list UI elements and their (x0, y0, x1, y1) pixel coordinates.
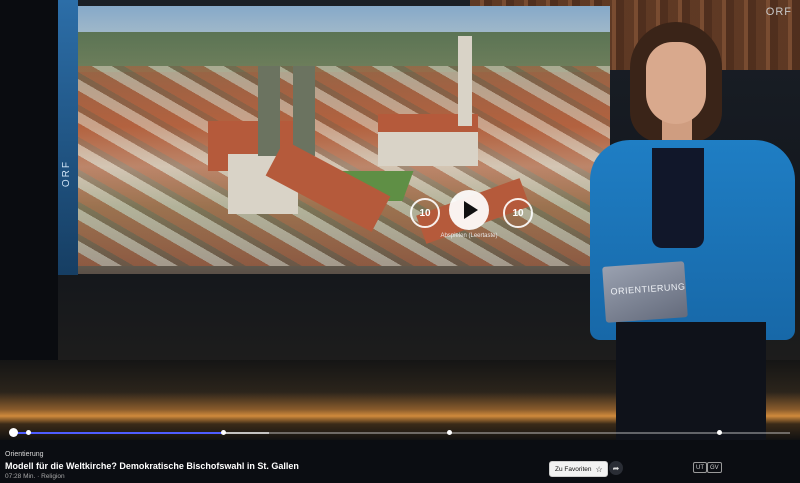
sign-language-badge[interactable]: GV (707, 462, 722, 473)
studio-logo: ORF (61, 160, 72, 188)
channel-logo: ORF (765, 6, 792, 18)
chapter-marker[interactable] (447, 430, 452, 435)
skip-back-10-label: 10 (419, 207, 431, 219)
star-icon: ☆ (595, 464, 603, 474)
share-icon: ➦ (612, 463, 620, 473)
play-icon (464, 201, 478, 219)
chapter-marker[interactable] (221, 430, 226, 435)
add-to-favorites-button[interactable]: Zu Favoriten ☆ (549, 461, 608, 477)
studio-side-panel (58, 0, 78, 275)
chapter-marker[interactable] (717, 430, 722, 435)
play-hint-text: Abspielen (Leertaste) (440, 233, 498, 239)
video-meta: 07:28 Min. · Religion (5, 473, 65, 480)
progress-played (12, 432, 223, 434)
chapter-marker[interactable] (26, 430, 31, 435)
presenter: ORIENTIERUNG (590, 22, 795, 440)
studio-screen-aerial-image (78, 6, 610, 274)
favorite-label: Zu Favoriten (555, 465, 592, 473)
subtitles-badge[interactable]: UT (693, 462, 707, 473)
progress-bar[interactable] (0, 427, 800, 439)
skip-forward-10-button[interactable]: 10 (503, 198, 533, 228)
share-button[interactable]: ➦ (609, 461, 623, 475)
skip-forward-10-label: 10 (512, 207, 524, 219)
skip-back-10-button[interactable]: 10 (410, 198, 440, 228)
play-button[interactable] (449, 190, 489, 230)
progress-scrubber[interactable] (9, 428, 18, 437)
video-player[interactable]: ORF ORF 10 10 Abspielen (Leertaste) ORIE… (0, 0, 800, 440)
video-title: Modell für die Weltkirche? Demokratische… (5, 461, 299, 471)
video-category[interactable]: Orientierung (5, 451, 44, 458)
